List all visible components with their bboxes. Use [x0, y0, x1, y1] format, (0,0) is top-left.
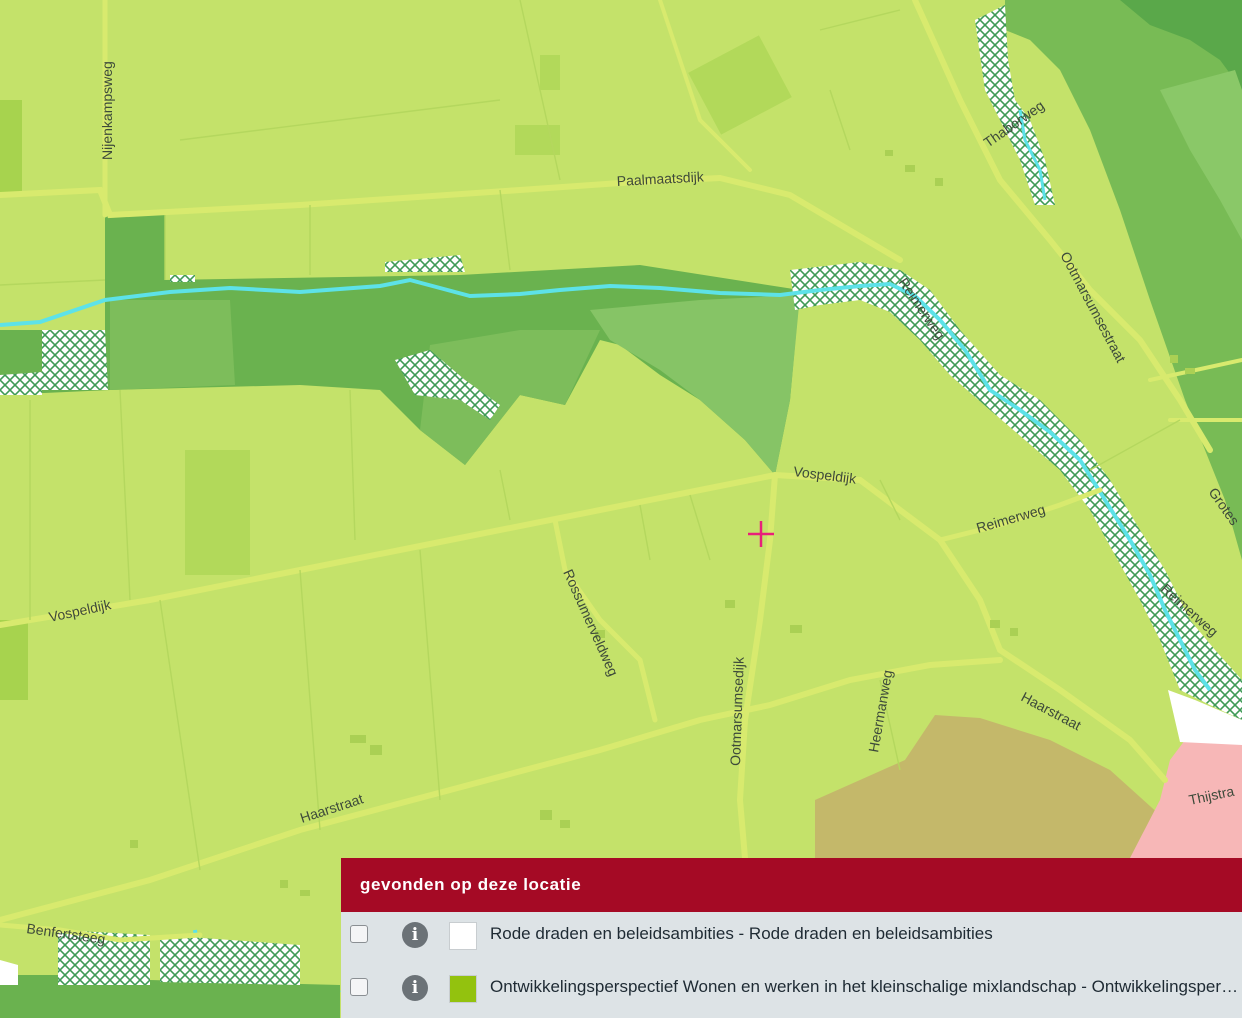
- field-patch: [540, 55, 560, 90]
- panel-title: gevonden op deze locatie: [341, 858, 1242, 912]
- results-panel: gevonden op deze locatie i Rode draden e…: [341, 858, 1242, 1018]
- crosshair-icon: [748, 521, 774, 547]
- info-icon[interactable]: i: [402, 975, 428, 1001]
- hatched-zone: [42, 330, 108, 390]
- info-icon[interactable]: i: [402, 922, 428, 948]
- result-label: Rode draden en beleidsambities - Rode dr…: [490, 924, 993, 943]
- result-label: Ontwikkelingsperspectief Wonen en werken…: [490, 977, 1242, 996]
- legend-swatch: [449, 922, 477, 950]
- field-patch: [0, 620, 28, 700]
- legend-swatch: [449, 975, 477, 1003]
- result-row: i Ontwikkelingsperspectief Wonen en werk…: [341, 965, 1242, 1018]
- result-row: i Rode draden en beleidsambities - Rode …: [341, 912, 1242, 965]
- layer-checkbox[interactable]: [350, 925, 368, 943]
- field-patch: [185, 450, 250, 575]
- field-patch: [0, 100, 22, 195]
- hatched-zone: [0, 372, 42, 395]
- hatched-zone: [170, 275, 195, 282]
- forest-band-light: [110, 300, 235, 390]
- road-label-nijenkampsweg: Nijenkampsweg: [99, 61, 115, 160]
- layer-checkbox[interactable]: [350, 978, 368, 996]
